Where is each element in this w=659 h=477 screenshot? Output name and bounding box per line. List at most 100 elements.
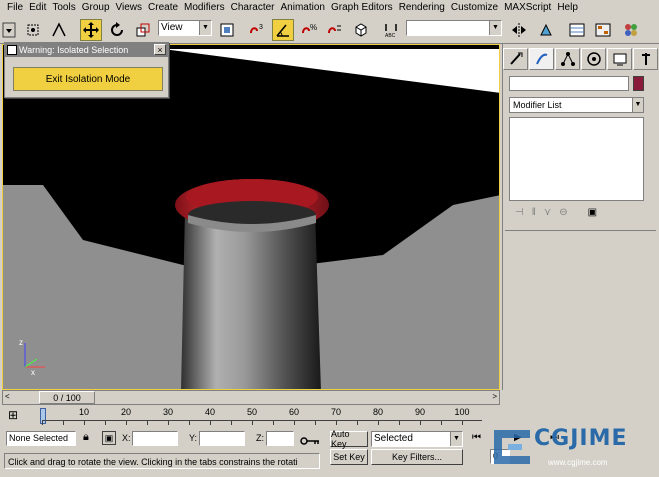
tab-hierarchy[interactable] — [555, 48, 580, 70]
track-view-icon[interactable] — [566, 19, 588, 41]
modifier-list-select[interactable]: Modifier List ▼ — [509, 97, 644, 113]
menu-item-tools[interactable]: Tools — [49, 0, 78, 16]
object-color-swatch[interactable] — [633, 76, 644, 91]
menu-item-graph-editors[interactable]: Graph Editors — [328, 0, 396, 16]
modifier-stack[interactable] — [509, 117, 644, 201]
svg-text:ABC: ABC — [385, 33, 396, 39]
cg-logo-mark — [494, 430, 530, 464]
frame-tick — [273, 421, 274, 425]
angle-snap-icon[interactable] — [272, 19, 294, 41]
menu-item-customize[interactable]: Customize — [448, 0, 501, 16]
key-mode-select[interactable]: Selected ▼ — [371, 431, 463, 447]
x-coordinate-field[interactable] — [132, 431, 178, 446]
frame-tick — [168, 421, 169, 425]
gray-cylinder — [181, 210, 321, 389]
frame-tick-label: 50 — [246, 407, 258, 417]
utilities-tab-icon — [641, 53, 650, 65]
lock-selection-icon[interactable]: 🔒︎ — [83, 431, 89, 444]
mirror-tool-icon[interactable] — [508, 19, 530, 41]
select-and-move-icon[interactable] — [80, 19, 102, 41]
key-icon[interactable] — [300, 436, 320, 449]
frame-tick-label: 90 — [414, 407, 426, 417]
dialog-title: Warning: Isolated Selection — [19, 45, 129, 55]
frame-tick-label: 40 — [204, 407, 216, 417]
tab-modify[interactable] — [529, 48, 554, 70]
frame-tick-label: 100 — [454, 407, 470, 417]
auto-key-button[interactable]: Auto Key — [330, 429, 368, 449]
frame-tick — [357, 421, 358, 425]
named-selection-sets-select[interactable]: ▼ — [406, 20, 502, 36]
track-bar-filter-icon[interactable]: ⊞ — [8, 408, 18, 422]
chevron-down-icon[interactable]: ▼ — [450, 432, 462, 446]
menu-item-help[interactable]: Help — [554, 0, 581, 16]
pin-stack-icon[interactable]: ⊣ — [515, 207, 524, 218]
chevron-down-icon[interactable]: ▼ — [632, 98, 643, 112]
chevron-down-icon[interactable]: ▼ — [489, 21, 501, 35]
frame-tick — [210, 421, 211, 425]
key-filters-button[interactable]: Key Filters... — [371, 449, 463, 465]
exit-isolation-button[interactable]: Exit Isolation Mode — [13, 67, 163, 91]
menu-item-animation[interactable]: Animation — [278, 0, 328, 16]
frame-tick-label: 80 — [372, 407, 384, 417]
menu-item-file[interactable]: File — [4, 0, 26, 16]
configure-modifier-sets-icon[interactable]: ▣ — [588, 207, 597, 218]
menu-item-character[interactable]: Character — [228, 0, 278, 16]
absolute-mode-icon[interactable]: ▣ — [102, 431, 116, 445]
menu-item-edit[interactable]: Edit — [26, 0, 49, 16]
tab-display[interactable] — [607, 48, 632, 70]
select-and-scale-icon[interactable] — [132, 19, 154, 41]
schematic-view-icon[interactable] — [592, 19, 614, 41]
align-icon[interactable] — [536, 19, 558, 41]
z-coordinate-field[interactable] — [266, 431, 294, 446]
menu-item-rendering[interactable]: Rendering — [396, 0, 448, 16]
menu-item-create[interactable]: Create — [145, 0, 181, 16]
frame-tick — [336, 421, 337, 425]
frame-tick — [63, 421, 64, 425]
spinner-snap-icon[interactable] — [324, 19, 346, 41]
time-slider-bar[interactable]: < 0 / 100 > — [2, 390, 500, 405]
select-and-link-icon[interactable]: 3 — [246, 19, 268, 41]
menu-item-group[interactable]: Group — [79, 0, 113, 16]
y-coordinate-field[interactable] — [199, 431, 245, 446]
reference-coordinate-select[interactable]: View ▼ — [158, 20, 212, 36]
dialog-app-icon — [7, 45, 17, 55]
select-and-rotate-icon[interactable] — [106, 19, 128, 41]
menu-item-modifiers[interactable]: Modifiers — [181, 0, 228, 16]
chevron-down-icon[interactable]: ▼ — [199, 21, 211, 35]
menu-item-maxscript[interactable]: MAXScript — [501, 0, 554, 16]
mirror-icon[interactable]: ABC — [380, 19, 402, 41]
close-icon[interactable]: × — [154, 44, 166, 55]
frame-tick-label: 30 — [162, 407, 174, 417]
time-slider-next-icon[interactable]: > — [492, 392, 497, 401]
object-name-field[interactable] — [509, 76, 629, 91]
frame-tick-label: 10 — [78, 407, 90, 417]
watermark-logo: CGJIME www.cgjime.com — [486, 420, 659, 477]
named-selection-icon[interactable] — [350, 19, 372, 41]
pivot-center-icon[interactable] — [216, 19, 238, 41]
show-end-result-icon[interactable]: ‖ — [532, 207, 536, 218]
time-slider-prev-icon[interactable]: < — [5, 392, 10, 401]
frame-tick — [105, 421, 106, 425]
tab-utilities[interactable] — [633, 48, 658, 70]
menu-item-views[interactable]: Views — [113, 0, 146, 16]
go-to-start-icon[interactable]: ⏮ — [472, 432, 481, 443]
x-coordinate-label: X: — [122, 433, 131, 443]
select-object-icon[interactable] — [22, 19, 44, 41]
tab-motion[interactable] — [581, 48, 606, 70]
remove-modifier-icon[interactable]: ⊖ — [559, 207, 567, 218]
toolbar-dropdown-icon[interactable] — [2, 19, 16, 41]
command-panel: Modifier List ▼ ⊣ ‖ ⋎ ⊖ ▣ — [502, 44, 659, 390]
percent-snap-icon[interactable]: % — [298, 19, 320, 41]
frame-tick — [147, 421, 148, 425]
frame-tick-label: 60 — [288, 407, 300, 417]
set-key-button[interactable]: Set Key — [330, 449, 368, 465]
make-unique-icon[interactable]: ⋎ — [544, 207, 551, 218]
material-editor-icon[interactable] — [620, 19, 642, 41]
key-mode-value: Selected — [374, 433, 413, 444]
track-bar[interactable]: ⊞ 10 20 30 40 50 60 70 80 90 100 — [2, 406, 484, 428]
select-by-name-icon[interactable] — [48, 19, 70, 41]
dialog-title-bar[interactable]: Warning: Isolated Selection × — [5, 43, 168, 57]
time-slider-thumb[interactable]: 0 / 100 — [39, 391, 95, 404]
frame-tick — [294, 421, 295, 425]
tab-create[interactable] — [503, 48, 528, 70]
